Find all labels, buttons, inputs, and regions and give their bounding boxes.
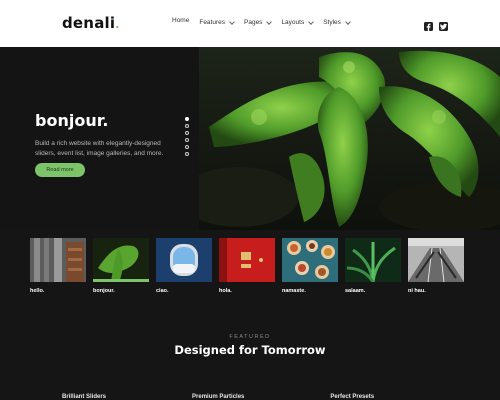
logo-text[interactable]: denali — [62, 14, 115, 32]
nav-pages[interactable]: Pages — [244, 18, 273, 26]
thumbnail-caption: hola. — [219, 288, 232, 294]
hero-subtitle: Build a rich website with elegantly-desi… — [35, 140, 164, 157]
thumbnail-strip: hello. bonjour. ciao. hola. namaste. sal… — [30, 238, 464, 294]
feature-title: Brilliant Sliders — [62, 394, 107, 400]
feature-title: Perfect Presets — [330, 394, 375, 400]
thumbnail-caption: bonjour. — [93, 288, 115, 294]
facebook-icon[interactable] — [424, 18, 433, 36]
social-links — [424, 18, 448, 36]
thumbnail-image — [282, 238, 338, 282]
slide-dot[interactable] — [185, 138, 189, 142]
feature-title: Premium Particles — [192, 394, 245, 400]
hero-title: bonjour. — [35, 111, 109, 130]
nav-label: Features — [199, 19, 225, 26]
thumbnail-image — [219, 238, 275, 282]
thumbnail-caption: ni hau. — [408, 288, 426, 294]
thumbnail-image — [30, 238, 86, 282]
slide-dot[interactable] — [185, 124, 189, 128]
hero-slider: bonjour. Build a rich website with elega… — [0, 47, 500, 230]
nav-label: Layouts — [281, 19, 305, 26]
slide-dot[interactable] — [185, 131, 189, 135]
hero-image — [199, 47, 500, 230]
thumbnail-caption: ciao. — [156, 288, 169, 294]
thumbnail-image — [408, 238, 464, 282]
slide-dot[interactable] — [185, 117, 189, 121]
chevron-down-icon — [345, 18, 351, 25]
nav-styles[interactable]: Styles — [323, 18, 351, 26]
thumbnail-item[interactable]: ni hau. — [408, 238, 464, 294]
feature-list: Brilliant Sliders Premium Particles Perf… — [62, 394, 374, 400]
thumbnail-item[interactable]: bonjour. — [93, 238, 149, 294]
slide-dot[interactable] — [185, 145, 189, 149]
thumbnail-image — [156, 238, 212, 282]
thumbnail-item[interactable]: hola. — [219, 238, 275, 294]
nav-label: Styles — [323, 19, 341, 26]
slide-pagination — [185, 117, 189, 156]
thumbnail-item[interactable]: namaste. — [282, 238, 338, 294]
thumbnail-item[interactable]: ciao. — [156, 238, 212, 294]
chevron-down-icon — [266, 18, 273, 25]
logo-dot: . — [115, 18, 120, 31]
active-indicator — [93, 279, 149, 282]
section-title: Designed for Tomorrow — [174, 343, 326, 357]
nav-label: Pages — [244, 19, 263, 26]
nav-layouts[interactable]: Layouts — [281, 18, 315, 26]
read-more-button[interactable]: Read more — [35, 163, 85, 177]
thumbnail-image — [93, 238, 149, 282]
nav-features[interactable]: Features — [199, 18, 235, 26]
slide-dot[interactable] — [185, 152, 189, 156]
twitter-icon[interactable] — [439, 18, 448, 36]
nav-home[interactable]: Home — [172, 17, 189, 24]
thumbnail-caption: namaste. — [282, 288, 306, 294]
thumbnail-caption: salaam. — [345, 288, 366, 294]
section-eyebrow: FEATURED — [229, 334, 271, 340]
main-nav: Home Features Pages Layouts Styles — [172, 17, 351, 26]
chevron-down-icon — [229, 18, 235, 25]
thumbnail-caption: hello. — [30, 288, 45, 294]
site-header: denali. Home Features Pages Layouts Styl… — [0, 0, 500, 47]
thumbnail-item[interactable]: salaam. — [345, 238, 401, 294]
thumbnail-image — [345, 238, 401, 282]
nav-label: Home — [172, 17, 190, 24]
logo[interactable]: denali. — [62, 14, 120, 32]
chevron-down-icon — [308, 18, 315, 25]
thumbnail-item[interactable]: hello. — [30, 238, 86, 294]
